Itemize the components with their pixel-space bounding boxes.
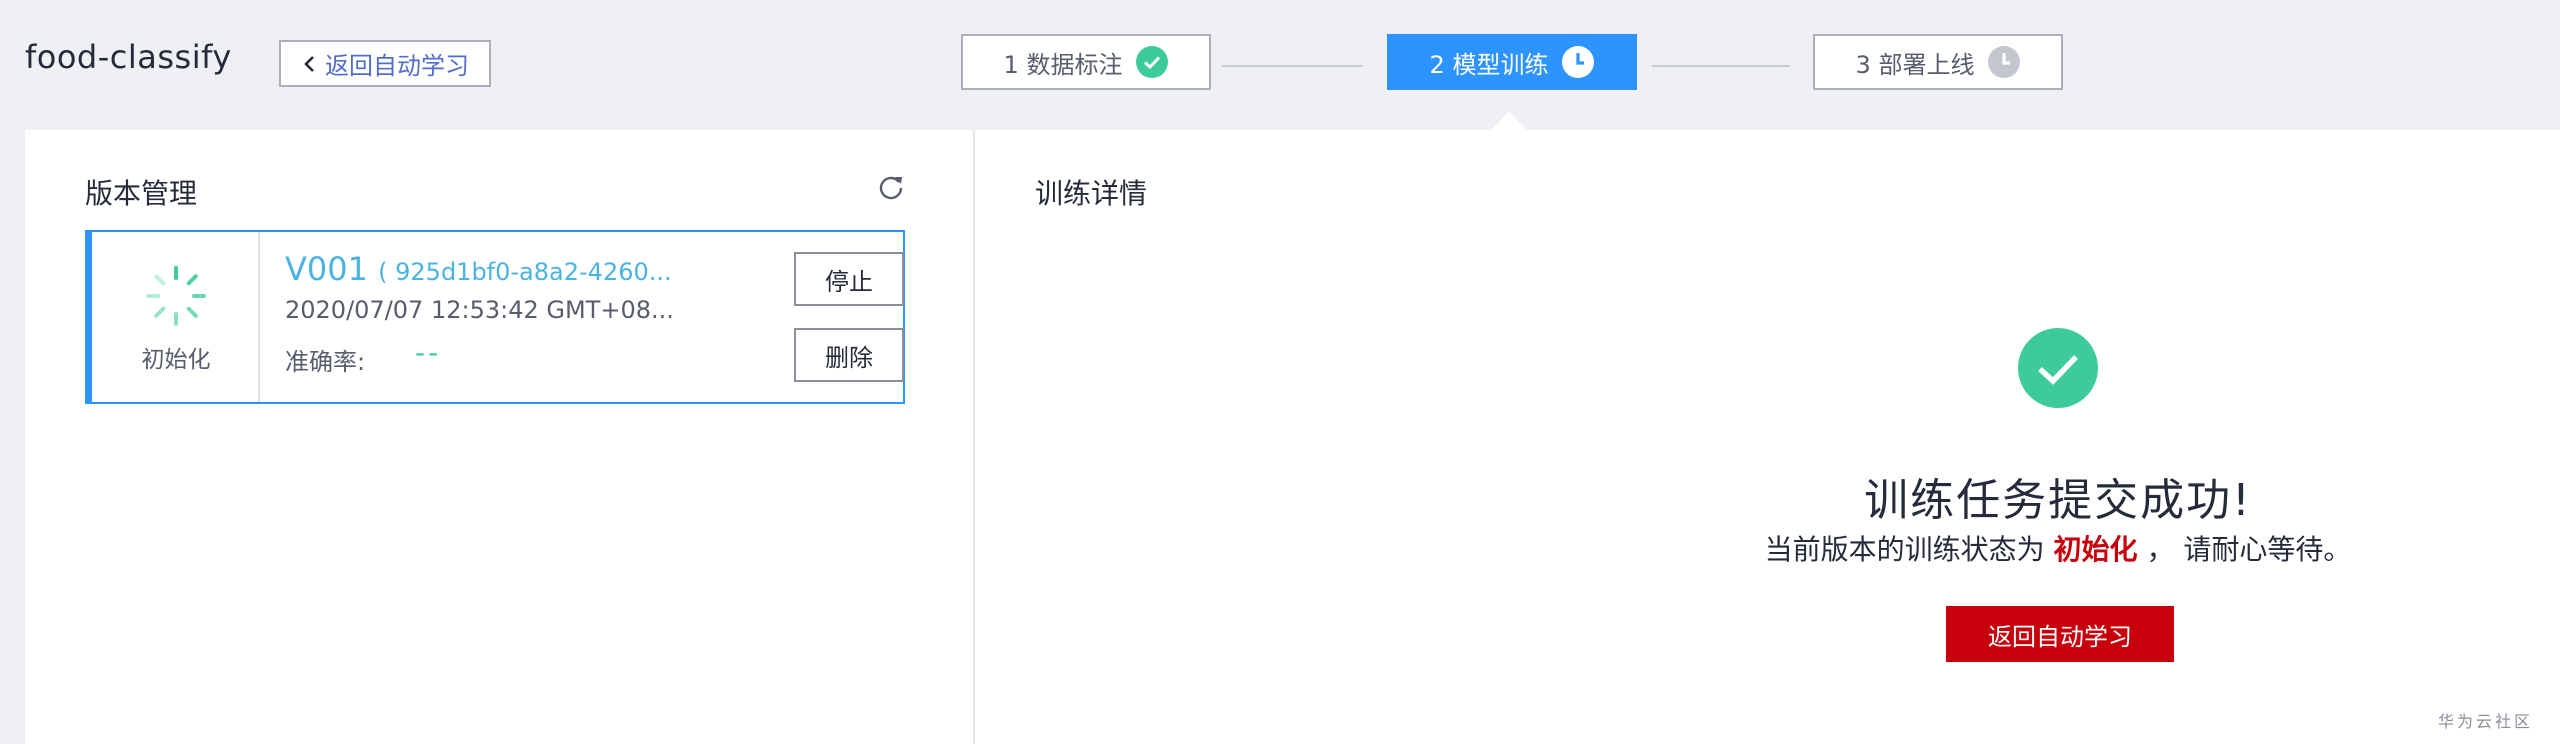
stop-button[interactable]: 停止 <box>794 252 904 306</box>
training-detail-panel: 训练详情 训练任务提交成功! 当前版本的训练状态为 初始化 ， 请耐心等待。 返… <box>975 130 2560 744</box>
version-status: 初始化 <box>92 232 260 402</box>
success-title: 训练任务提交成功! <box>1864 475 2252 526</box>
status-label: 初始化 <box>141 347 211 373</box>
version-hash: ( 925d1bf0-a8a2-4260... <box>378 258 672 286</box>
accuracy-label: 准确率: <box>285 348 366 376</box>
version-management-panel: 版本管理 初始化 V001 ( 925d1bf0-a8a2-4260... 20… <box>25 130 973 744</box>
delete-button[interactable]: 删除 <box>794 328 904 382</box>
version-timestamp: 2020/07/07 12:53:42 GMT+08... <box>285 296 674 324</box>
back-to-autolearning-link[interactable]: 返回自动学习 <box>279 40 491 87</box>
back-link-label: 返回自动学习 <box>325 52 469 80</box>
panel-title: 版本管理 <box>85 177 198 210</box>
clock-icon <box>1988 46 2021 78</box>
desc-prefix: 当前版本的训练状态为 <box>1764 533 2045 566</box>
desc-suffix: ， 请耐心等待。 <box>2146 533 2352 566</box>
step-model-training[interactable]: 2 模型训练 <box>1387 34 1637 90</box>
check-circle-icon <box>1136 46 1169 78</box>
panel-title: 训练详情 <box>1035 177 1148 210</box>
step-label: 3 部署上线 <box>1855 50 1975 79</box>
desc-status: 初始化 <box>2053 533 2138 566</box>
step-label: 1 数据标注 <box>1003 50 1123 79</box>
watermark: 华为云社区 <box>2438 712 2534 731</box>
back-to-autolearning-button[interactable]: 返回自动学习 <box>1946 606 2174 662</box>
refresh-icon[interactable] <box>878 174 904 200</box>
success-check-icon <box>2018 328 2098 408</box>
loading-spinner-icon <box>146 266 206 326</box>
clock-icon <box>1562 46 1595 78</box>
step-deploy[interactable]: 3 部署上线 <box>1813 34 2063 90</box>
step-label: 2 模型训练 <box>1429 50 1549 79</box>
chevron-left-icon <box>304 55 314 72</box>
step-connector <box>1652 65 1790 67</box>
active-step-pointer <box>1491 112 1527 130</box>
step-data-labeling[interactable]: 1 数据标注 <box>961 34 1211 90</box>
version-number: V001 <box>285 250 368 288</box>
project-name: food-classify <box>25 38 232 76</box>
accuracy-value: -- <box>415 336 442 369</box>
top-bar: food-classify 返回自动学习 1 数据标注 2 模型训练 3 部署上… <box>0 0 2560 130</box>
version-id: V001 ( 925d1bf0-a8a2-4260... <box>285 250 672 288</box>
step-connector <box>1222 65 1363 67</box>
version-card[interactable]: 初始化 V001 ( 925d1bf0-a8a2-4260... 2020/07… <box>85 230 905 404</box>
success-description: 当前版本的训练状态为 初始化 ， 请耐心等待。 <box>1658 528 2458 568</box>
